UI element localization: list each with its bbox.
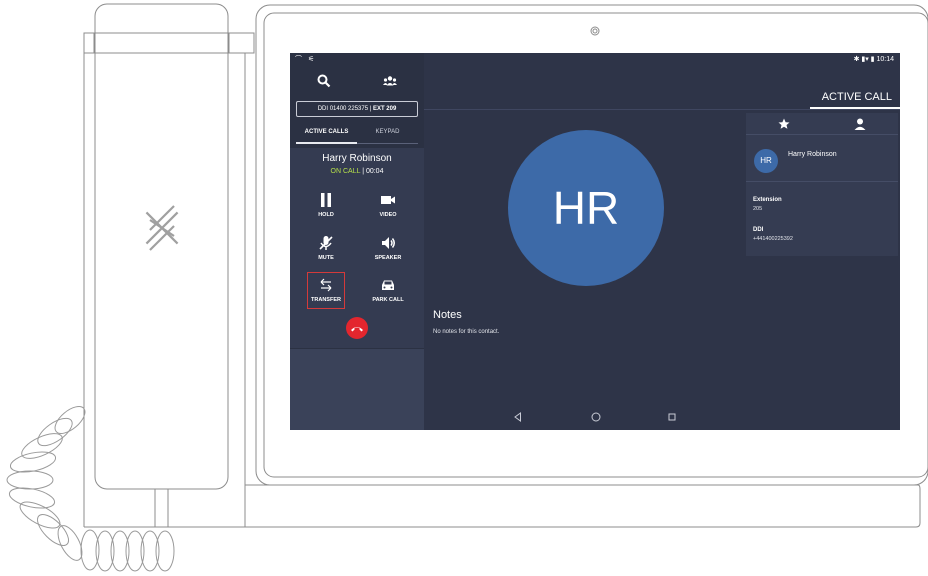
caller-avatar: HR — [508, 130, 664, 286]
ddi-value: +441400225392 — [753, 236, 793, 242]
header-divider — [424, 109, 900, 110]
speaker-button[interactable]: SPEAKER — [363, 234, 413, 268]
android-nav-bar — [424, 409, 900, 425]
contact-card: HR Harry Robinson Extension 205 DDI +441… — [746, 113, 898, 256]
hang-up-icon — [351, 327, 363, 332]
hang-up-button[interactable] — [346, 317, 368, 339]
notes-title: Notes — [433, 309, 462, 321]
hold-button[interactable]: HOLD — [301, 191, 351, 225]
hold-label: HOLD — [318, 212, 334, 218]
group-icon[interactable] — [382, 73, 398, 89]
car-icon — [382, 280, 394, 290]
ddi-display: DDI 01400 225375 | EXT 209 — [296, 101, 418, 117]
notes-body: No notes for this contact. — [433, 329, 500, 335]
video-button[interactable]: VIDEO — [363, 191, 413, 225]
video-camera-icon — [381, 196, 395, 204]
recents-square-icon[interactable] — [666, 411, 678, 423]
video-label: VIDEO — [379, 212, 397, 218]
call-status: ON CALL | 00:04 — [290, 168, 424, 175]
contact-avatar: HR — [754, 149, 778, 173]
speaker-label: SPEAKER — [374, 255, 402, 261]
person-icon[interactable] — [853, 117, 867, 131]
on-call-label: ON CALL — [330, 168, 361, 175]
mute-label: MUTE — [318, 255, 334, 261]
active-tab-indicator — [296, 142, 357, 144]
status-right-info: ✱ ▮▾ ▮ 10:14 — [853, 56, 894, 63]
pause-icon — [321, 193, 331, 207]
panel-footer — [290, 349, 424, 430]
mute-button[interactable]: MUTE — [301, 234, 351, 268]
park-call-label: PARK CALL — [372, 297, 404, 303]
back-triangle-icon[interactable] — [512, 411, 524, 423]
contact-name: Harry Robinson — [788, 151, 837, 158]
brand-logo — [145, 205, 179, 251]
contact-card-tabs — [746, 113, 898, 135]
page-title: ACTIVE CALL — [821, 91, 892, 103]
extension-number: EXT 209 — [372, 106, 397, 112]
star-icon[interactable] — [777, 117, 791, 131]
extension-label: Extension — [753, 197, 782, 203]
page-title-underline — [810, 107, 900, 109]
call-timer: | 00:04 — [362, 168, 384, 175]
search-icon[interactable] — [316, 73, 332, 89]
call-panel: DDI 01400 225375 | EXT 209 ACTIVE CALLS … — [290, 53, 424, 430]
desk-phone-illustration: DDI 01400 225375 | EXT 209 ACTIVE CALLS … — [0, 0, 928, 576]
status-bar: ⌒ ⚟ ✱ ▮▾ ▮ 10:14 — [290, 53, 900, 65]
mic-off-icon — [319, 236, 333, 250]
home-circle-icon[interactable] — [590, 411, 602, 423]
extension-value: 205 — [753, 206, 763, 212]
caller-name: Harry Robinson — [322, 153, 392, 164]
park-call-button[interactable]: PARK CALL — [363, 276, 413, 310]
tab-keypad[interactable]: KEYPAD — [357, 129, 418, 135]
ddi-number: DDI 01400 225375 | — [317, 106, 373, 112]
ddi-label: DDI — [753, 227, 764, 233]
status-left-icons: ⌒ ⚟ — [295, 56, 317, 63]
speaker-icon — [382, 237, 395, 249]
transfer-highlight-box — [307, 272, 345, 309]
contact-header: HR Harry Robinson — [746, 135, 898, 182]
call-tabs: ACTIVE CALLS KEYPAD — [296, 129, 418, 145]
tablet-screen: DDI 01400 225375 | EXT 209 ACTIVE CALLS … — [290, 53, 900, 430]
tab-active-calls[interactable]: ACTIVE CALLS — [296, 129, 357, 135]
